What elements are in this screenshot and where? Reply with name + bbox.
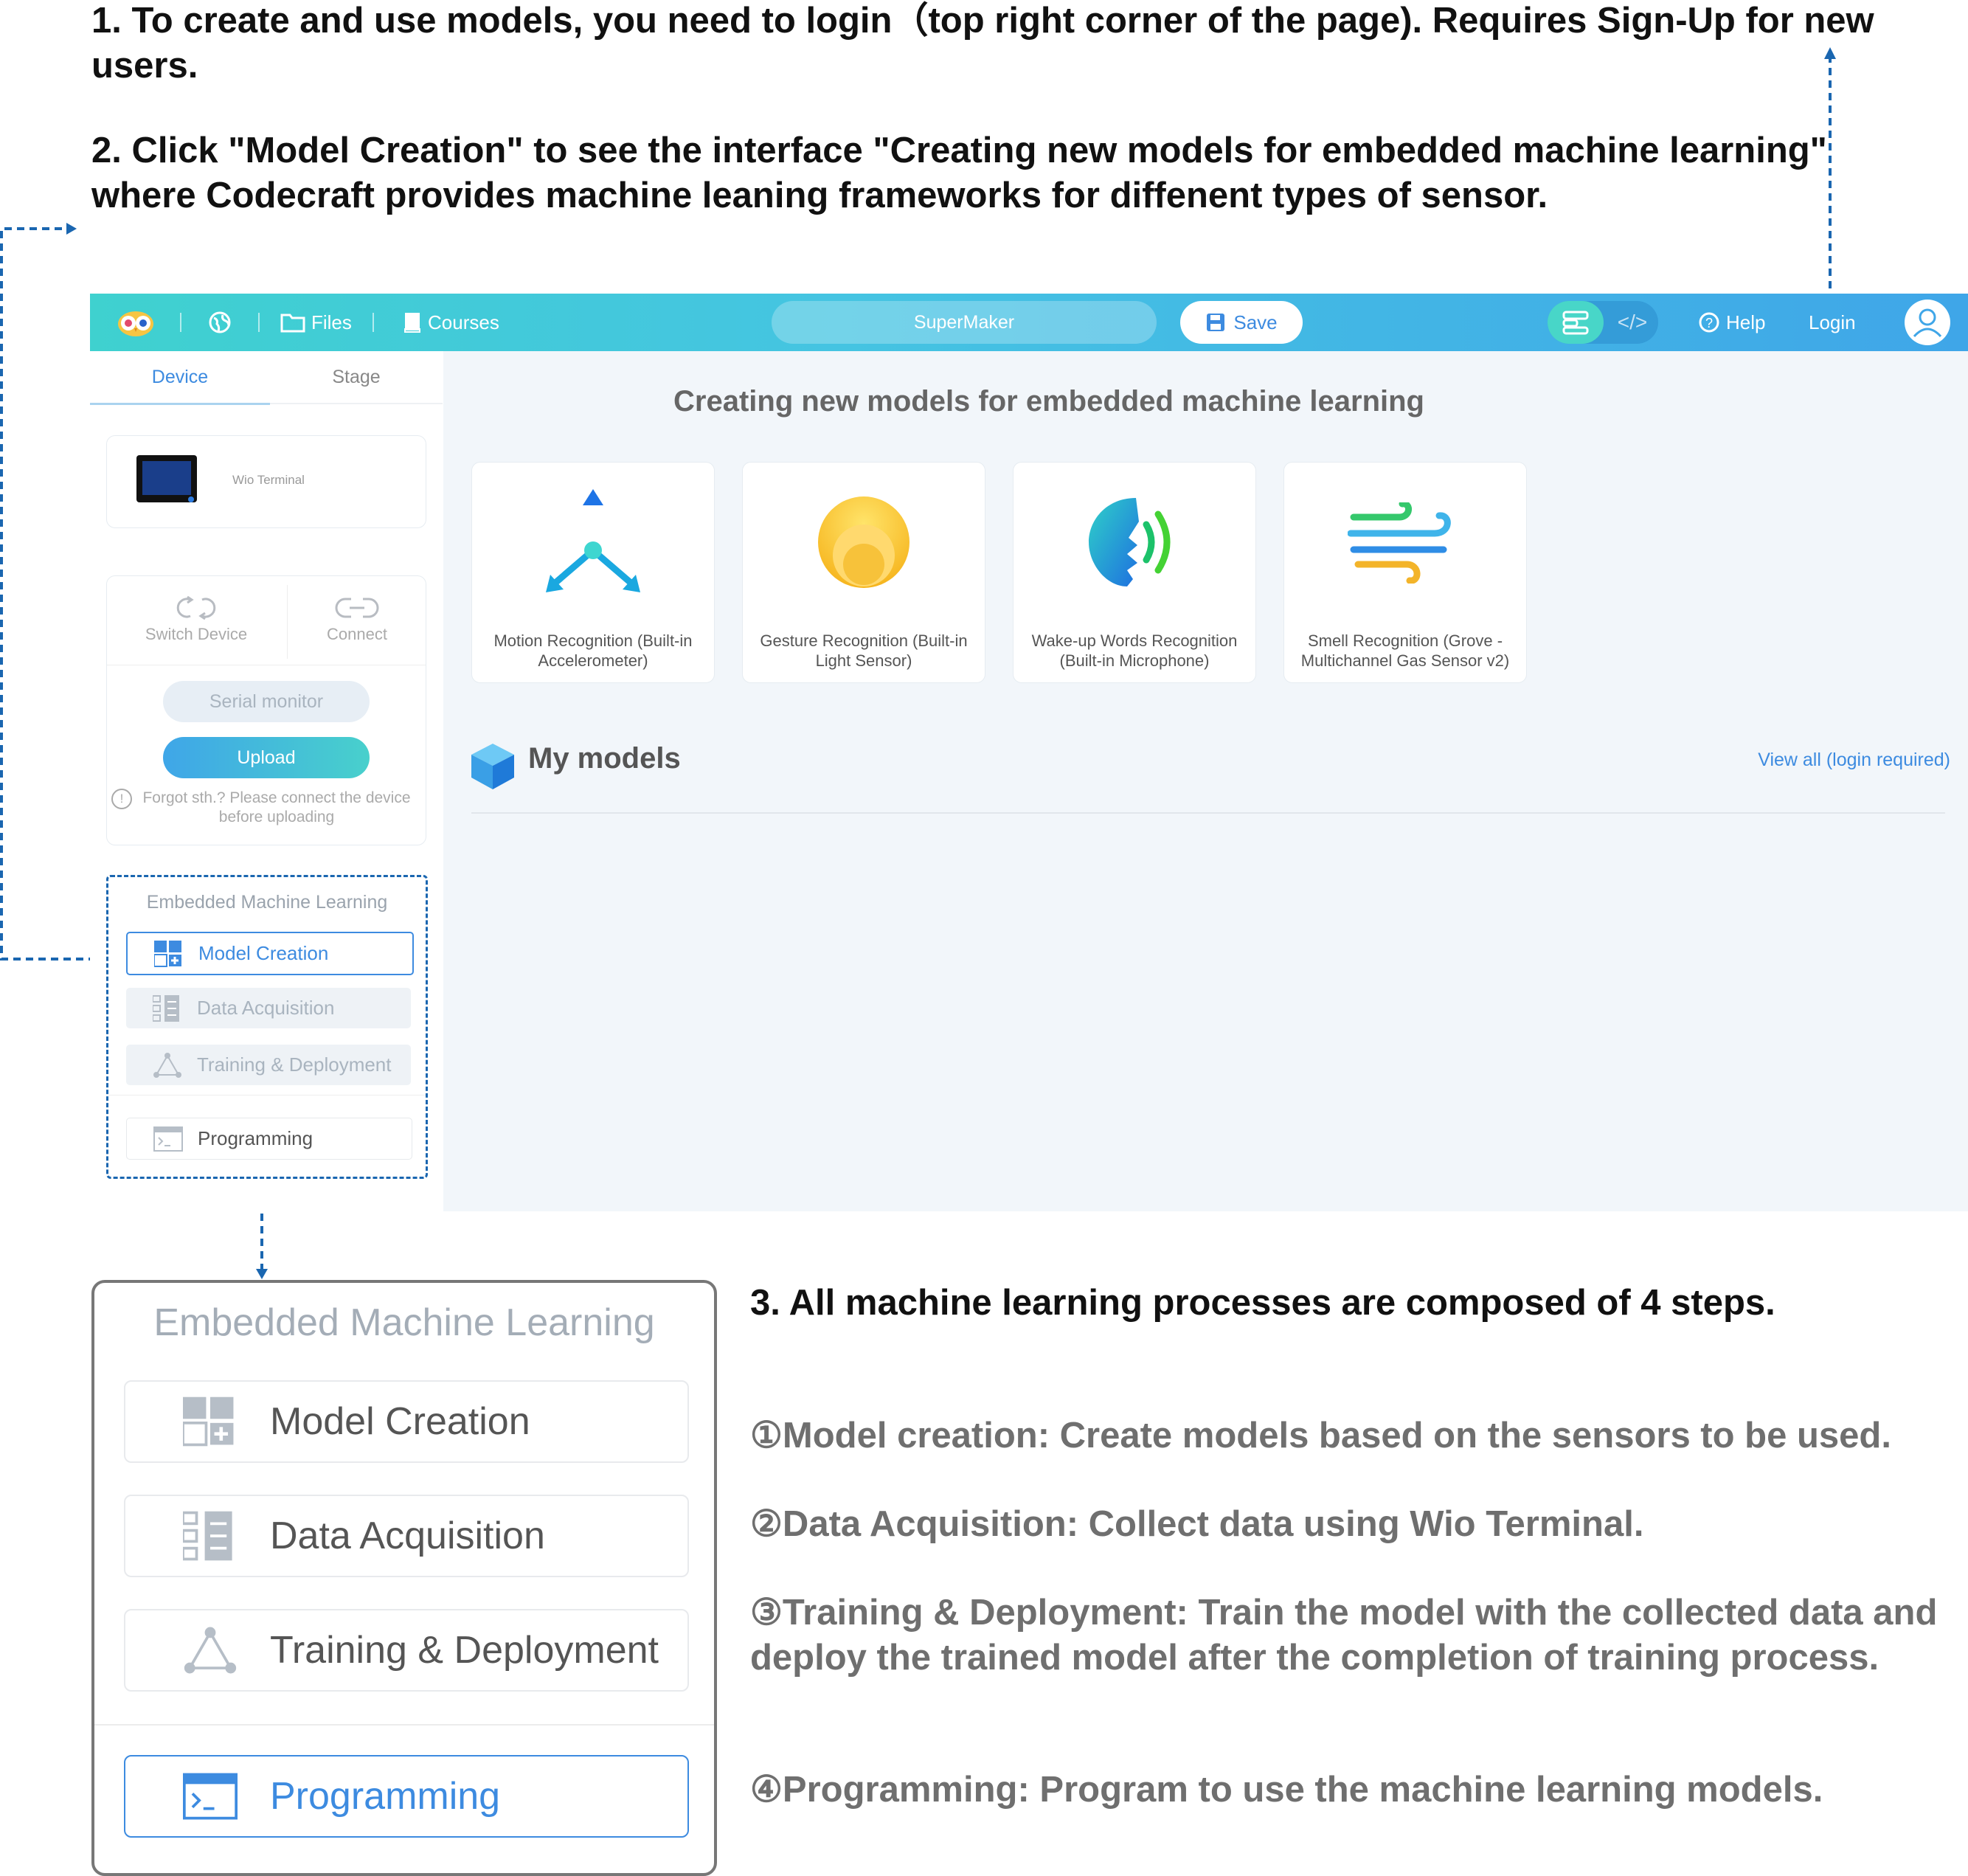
save-button[interactable]: Save bbox=[1180, 301, 1303, 344]
grid-plus-icon bbox=[183, 1396, 234, 1447]
files-menu[interactable]: Files bbox=[280, 294, 352, 351]
training-deployment-label: Training & Deployment bbox=[197, 1053, 392, 1076]
motion-arrows-icon bbox=[546, 489, 640, 592]
detail-data-acquisition: ②Data Acquisition: Collect data using Wi… bbox=[750, 1504, 1644, 1544]
switch-device-label: Switch Device bbox=[145, 625, 248, 643]
link-icon bbox=[335, 598, 379, 618]
network-triangle-icon bbox=[153, 1052, 181, 1078]
connect-label: Connect bbox=[327, 625, 387, 643]
instruction-step3: 3. All machine learning processes are co… bbox=[750, 1283, 1775, 1323]
zoom-eml-title: Embedded Machine Learning bbox=[153, 1301, 655, 1344]
data-list-icon bbox=[153, 994, 179, 1022]
help-link[interactable]: ? Help bbox=[1698, 294, 1765, 351]
grid-plus-icon bbox=[154, 940, 181, 967]
model-card-smell[interactable]: Smell Recognition (Grove - Multichannel … bbox=[1283, 462, 1527, 683]
model-label-gesture: Gesture Recognition (Built-in Light Sens… bbox=[760, 631, 968, 670]
terminal-icon bbox=[183, 1773, 238, 1820]
switch-device-button[interactable]: Switch Device bbox=[107, 576, 285, 665]
book-icon bbox=[404, 313, 420, 333]
my-models-title: My models bbox=[528, 742, 681, 775]
zoom-model-creation-label: Model Creation bbox=[270, 1400, 530, 1443]
data-acquisition-label: Data Acquisition bbox=[197, 997, 335, 1019]
owl-logo-icon[interactable] bbox=[117, 294, 155, 351]
tab-stage[interactable]: Stage bbox=[270, 351, 443, 404]
avatar[interactable] bbox=[1905, 300, 1950, 345]
folder-icon bbox=[280, 314, 305, 333]
data-list-icon bbox=[183, 1511, 232, 1561]
top-navigation-bar: Files Courses SuperMaker Save </> ? Help… bbox=[90, 294, 1968, 351]
light-sensor-icon bbox=[818, 496, 909, 588]
model-card-gesture[interactable]: Gesture Recognition (Built-in Light Sens… bbox=[742, 462, 985, 683]
zoom-programming-label: Programming bbox=[270, 1775, 501, 1818]
menu-model-creation[interactable]: Model Creation bbox=[126, 932, 414, 975]
save-icon bbox=[1207, 314, 1225, 331]
divider bbox=[471, 812, 1945, 814]
voice-icon bbox=[1089, 498, 1171, 586]
detail-programming: ④Programming: Program to use the machine… bbox=[750, 1770, 1823, 1810]
zoom-data-acquisition-label: Data Acquisition bbox=[270, 1515, 545, 1557]
code-view-toggle[interactable]: </> bbox=[1548, 301, 1658, 344]
connect-button[interactable]: Connect bbox=[288, 576, 426, 665]
help-label: Help bbox=[1726, 311, 1766, 333]
device-name: Wio Terminal bbox=[232, 473, 305, 487]
model-card-wakeup[interactable]: Wake-up Words Recognition (Built-in Micr… bbox=[1013, 462, 1256, 683]
zoom-programming[interactable]: Programming bbox=[124, 1755, 689, 1838]
zoom-data-acquisition[interactable]: Data Acquisition bbox=[124, 1495, 689, 1577]
globe-icon[interactable] bbox=[208, 294, 232, 351]
model-label-smell: Smell Recognition (Grove - Multichannel … bbox=[1300, 631, 1510, 670]
page-title: Creating new models for embedded machine… bbox=[673, 385, 1424, 418]
blocks-view-icon[interactable] bbox=[1548, 301, 1604, 344]
files-label: Files bbox=[311, 311, 352, 333]
zoom-training-deployment-label: Training & Deployment bbox=[270, 1629, 659, 1672]
question-circle-icon: ? bbox=[1699, 312, 1719, 333]
save-label: Save bbox=[1233, 311, 1278, 333]
zoom-model-creation[interactable]: Model Creation bbox=[124, 1380, 689, 1463]
eml-zoom-panel: Embedded Machine Learning Model Creation… bbox=[91, 1280, 717, 1876]
view-all-link[interactable]: View all (login required) bbox=[1758, 750, 1950, 771]
model-creation-label: Model Creation bbox=[198, 942, 329, 964]
project-name-field[interactable]: SuperMaker bbox=[772, 301, 1157, 344]
switch-icon bbox=[176, 595, 216, 620]
model-card-motion[interactable]: Motion Recognition (Built-in Acceleromet… bbox=[471, 462, 715, 683]
wio-terminal-image bbox=[136, 455, 197, 502]
menu-programming[interactable]: Programming bbox=[126, 1118, 412, 1160]
login-link[interactable]: Login bbox=[1809, 294, 1856, 351]
terminal-icon bbox=[153, 1126, 183, 1152]
detail-model-creation: ①Model creation: Create models based on … bbox=[750, 1416, 1891, 1456]
code-view-icon[interactable]: </> bbox=[1607, 301, 1658, 344]
login-label: Login bbox=[1809, 311, 1856, 333]
detail-training-deployment: ③Training & Deployment: Train the model … bbox=[750, 1593, 1938, 1678]
zoom-training-deployment[interactable]: Training & Deployment bbox=[124, 1609, 689, 1692]
menu-training-deployment[interactable]: Training & Deployment bbox=[126, 1045, 411, 1085]
sidebar: Device Stage Wio Terminal Switch Device … bbox=[90, 351, 443, 1211]
model-label-motion: Motion Recognition (Built-in Acceleromet… bbox=[493, 631, 693, 670]
user-icon bbox=[1913, 308, 1942, 338]
device-card[interactable]: Wio Terminal bbox=[106, 435, 426, 528]
tab-device[interactable]: Device bbox=[90, 351, 270, 405]
svg-text:?: ? bbox=[1705, 316, 1713, 330]
device-actions-card: Switch Device Connect Serial monitor Upl… bbox=[106, 575, 426, 845]
app-window: Files Courses SuperMaker Save </> ? Help… bbox=[90, 294, 1968, 1211]
courses-menu[interactable]: Courses bbox=[403, 294, 499, 351]
upload-hint: Forgot sth.? Please connect the device b… bbox=[142, 789, 411, 825]
cube-icon bbox=[471, 744, 514, 789]
courses-label: Courses bbox=[428, 311, 499, 333]
model-label-wakeup: Wake-up Words Recognition (Built-in Micr… bbox=[1031, 631, 1238, 670]
programming-label: Programming bbox=[198, 1127, 313, 1149]
eml-title: Embedded Machine Learning bbox=[146, 892, 388, 913]
serial-monitor-button[interactable]: Serial monitor bbox=[163, 681, 370, 722]
network-triangle-icon bbox=[184, 1627, 237, 1674]
upload-button[interactable]: Upload bbox=[163, 737, 370, 778]
eml-section: Embedded Machine Learning Model Creation… bbox=[106, 875, 428, 1179]
main-content: Creating new models for embedded machine… bbox=[443, 351, 1968, 1211]
menu-data-acquisition[interactable]: Data Acquisition bbox=[126, 988, 411, 1028]
wind-icon bbox=[1348, 502, 1451, 584]
